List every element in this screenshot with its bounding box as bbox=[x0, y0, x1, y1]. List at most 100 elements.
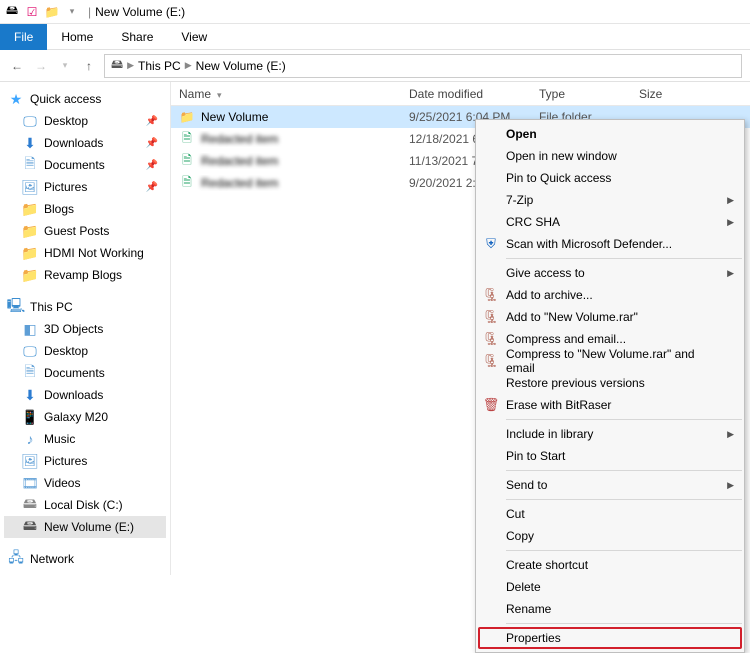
back-button[interactable]: ← bbox=[8, 57, 26, 75]
item-icon bbox=[22, 519, 38, 535]
folder-icon bbox=[22, 179, 38, 195]
sidebar-item-music[interactable]: Music bbox=[4, 428, 166, 450]
context-item-label: Pin to Start bbox=[506, 449, 565, 463]
sidebar-item-documents[interactable]: Documents bbox=[4, 362, 166, 384]
forward-button[interactable]: → bbox=[32, 57, 50, 75]
context-copy[interactable]: Copy bbox=[478, 525, 742, 547]
sidebar-network[interactable]: Network bbox=[4, 548, 166, 570]
sidebar-item-videos[interactable]: Videos bbox=[4, 472, 166, 494]
item-icon bbox=[22, 365, 38, 381]
item-icon bbox=[22, 409, 38, 425]
shield-icon bbox=[482, 235, 500, 253]
column-name[interactable]: Name bbox=[171, 87, 401, 101]
folder-icon bbox=[22, 267, 38, 283]
context-include-in-library[interactable]: Include in library bbox=[478, 423, 742, 445]
sidebar-item-label: Revamp Blogs bbox=[44, 268, 122, 282]
context-cut[interactable]: Cut bbox=[478, 503, 742, 525]
context-pin-to-start[interactable]: Pin to Start bbox=[478, 445, 742, 467]
breadcrumb-root[interactable]: This PC bbox=[138, 59, 181, 73]
up-button[interactable]: ↑ bbox=[80, 57, 98, 75]
context-scan-with-microsoft-defender[interactable]: Scan with Microsoft Defender... bbox=[478, 233, 742, 255]
titlebar: 🖴 ☑ 📁 ▾ | New Volume (E:) bbox=[0, 0, 750, 24]
address-bar: ← → ▾ ↑ This PC New Volume (E:) bbox=[0, 50, 750, 82]
sidebar-item-hdmi-not-working[interactable]: HDMI Not Working bbox=[4, 242, 166, 264]
sidebar-item-label: Local Disk (C:) bbox=[44, 498, 123, 512]
recent-dropdown[interactable]: ▾ bbox=[56, 57, 74, 75]
context-item-label: Cut bbox=[506, 507, 525, 521]
column-headers: Name Date modified Type Size bbox=[171, 82, 750, 106]
context-rename[interactable]: Rename bbox=[478, 598, 742, 620]
folder-icon: 📁 bbox=[44, 4, 60, 20]
chevron-right-icon bbox=[727, 217, 734, 228]
context-7-zip[interactable]: 7-Zip bbox=[478, 189, 742, 211]
books-icon bbox=[482, 286, 500, 304]
context-restore-previous-versions[interactable]: Restore previous versions bbox=[478, 372, 742, 394]
sidebar-item-label: Galaxy M20 bbox=[44, 410, 108, 424]
tab-file[interactable]: File bbox=[0, 24, 47, 50]
tab-share[interactable]: Share bbox=[107, 24, 167, 50]
breadcrumb[interactable]: This PC New Volume (E:) bbox=[104, 54, 742, 78]
column-date[interactable]: Date modified bbox=[401, 87, 531, 101]
context-compress-to-new-volume-rar-and-email[interactable]: Compress to "New Volume.rar" and email bbox=[478, 350, 742, 372]
sidebar-item-pictures[interactable]: Pictures bbox=[4, 450, 166, 472]
sidebar-quick-access[interactable]: Quick access bbox=[4, 88, 166, 110]
context-give-access-to[interactable]: Give access to bbox=[478, 262, 742, 284]
dropdown-icon[interactable]: ▾ bbox=[64, 4, 80, 20]
sidebar-item-downloads[interactable]: Downloads bbox=[4, 384, 166, 406]
sidebar-item-downloads[interactable]: Downloads📌 bbox=[4, 132, 166, 154]
sidebar-item-label: Desktop bbox=[44, 344, 88, 358]
tab-view[interactable]: View bbox=[167, 24, 221, 50]
context-item-label: CRC SHA bbox=[506, 215, 560, 229]
item-icon bbox=[22, 343, 38, 359]
sidebar-item-revamp-blogs[interactable]: Revamp Blogs bbox=[4, 264, 166, 286]
pin-icon: 📌 bbox=[146, 116, 158, 127]
context-add-to-archive[interactable]: Add to archive... bbox=[478, 284, 742, 306]
context-add-to-new-volume-rar[interactable]: Add to "New Volume.rar" bbox=[478, 306, 742, 328]
context-item-label: Add to archive... bbox=[506, 288, 593, 302]
sidebar-item-documents[interactable]: Documents📌 bbox=[4, 154, 166, 176]
context-item-label: Send to bbox=[506, 478, 547, 492]
sort-arrow-icon bbox=[211, 87, 222, 101]
context-delete[interactable]: Delete bbox=[478, 576, 742, 598]
sidebar-item-local-disk-c-[interactable]: Local Disk (C:) bbox=[4, 494, 166, 516]
sidebar-item-label: Downloads bbox=[44, 388, 103, 402]
column-type[interactable]: Type bbox=[531, 87, 631, 101]
item-icon bbox=[22, 321, 38, 337]
context-item-label: Add to "New Volume.rar" bbox=[506, 310, 638, 324]
sidebar-item-label: Downloads bbox=[44, 136, 103, 150]
context-properties[interactable]: Properties bbox=[478, 627, 742, 649]
breadcrumb-current[interactable]: New Volume (E:) bbox=[196, 59, 286, 73]
sidebar-item-guest-posts[interactable]: Guest Posts bbox=[4, 220, 166, 242]
sidebar-item-label: New Volume (E:) bbox=[44, 520, 134, 534]
folder-icon bbox=[22, 113, 38, 129]
sidebar-item-desktop[interactable]: Desktop bbox=[4, 340, 166, 362]
sidebar-item-pictures[interactable]: Pictures📌 bbox=[4, 176, 166, 198]
context-open[interactable]: Open bbox=[478, 123, 742, 145]
tab-home[interactable]: Home bbox=[47, 24, 107, 50]
sidebar-item-3d-objects[interactable]: 3D Objects bbox=[4, 318, 166, 340]
sidebar-this-pc[interactable]: This PC bbox=[4, 296, 166, 318]
sidebar-item-label: Guest Posts bbox=[44, 224, 109, 238]
sidebar-header-label: Quick access bbox=[30, 92, 101, 106]
sidebar-item-new-volume-e-[interactable]: New Volume (E:) bbox=[4, 516, 166, 538]
context-item-label: Create shortcut bbox=[506, 558, 588, 572]
sidebar-item-blogs[interactable]: Blogs bbox=[4, 198, 166, 220]
context-erase-with-bitraser[interactable]: Erase with BitRaser bbox=[478, 394, 742, 416]
context-item-label: Open in new window bbox=[506, 149, 617, 163]
folder-icon bbox=[22, 135, 38, 151]
chevron-right-icon bbox=[727, 268, 734, 279]
context-item-label: 7-Zip bbox=[506, 193, 533, 207]
folder-icon bbox=[22, 157, 38, 173]
item-icon bbox=[22, 453, 38, 469]
context-item-label: Rename bbox=[506, 602, 551, 616]
context-crc-sha[interactable]: CRC SHA bbox=[478, 211, 742, 233]
sidebar-item-desktop[interactable]: Desktop 📌 bbox=[4, 110, 166, 132]
context-create-shortcut[interactable]: Create shortcut bbox=[478, 554, 742, 576]
column-size[interactable]: Size bbox=[631, 87, 701, 101]
sidebar-item-label: Desktop bbox=[44, 114, 88, 128]
sidebar-item-galaxy-m20[interactable]: Galaxy M20 bbox=[4, 406, 166, 428]
context-open-in-new-window[interactable]: Open in new window bbox=[478, 145, 742, 167]
context-pin-to-quick-access[interactable]: Pin to Quick access bbox=[478, 167, 742, 189]
folder-icon bbox=[22, 223, 38, 239]
context-send-to[interactable]: Send to bbox=[478, 474, 742, 496]
